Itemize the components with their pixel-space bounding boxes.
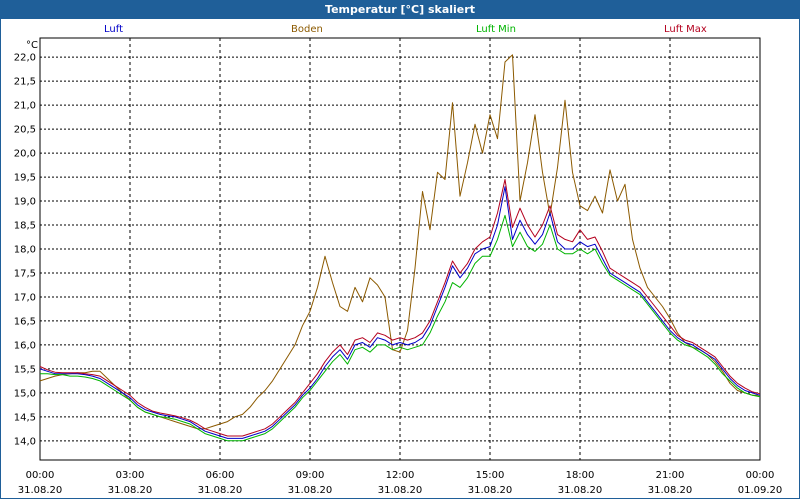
x-tick-time: 03:00 [116, 470, 145, 481]
x-tick-date: 31.08.20 [18, 485, 63, 496]
y-tick-label: 18,5 [14, 221, 36, 232]
y-tick-label: 16,0 [14, 340, 36, 351]
temperature-chart: 14,0 14,5 15,0 15,5 16,0 16,5 17,0 17,5 18,0 18,5… [14, 37, 783, 496]
x-tick-date: 01.09.20 [738, 485, 783, 496]
y-tick-label: 20,0 [14, 149, 36, 160]
y-tick-label: 21,0 [14, 101, 36, 112]
x-tick-date: 31.08.20 [468, 485, 513, 496]
x-tick-date: 31.08.20 [648, 485, 693, 496]
y-tick-label: 17,0 [14, 292, 36, 303]
y-tick-label: 14,0 [14, 436, 36, 447]
x-tick-date: 31.08.20 [288, 485, 333, 496]
x-tick-time: 15:00 [476, 470, 505, 481]
x-tick-time: 21:00 [656, 470, 685, 481]
y-axis-label: °C [26, 40, 38, 51]
x-tick-date: 31.08.20 [378, 485, 423, 496]
x-tick-date: 31.08.20 [108, 485, 153, 496]
x-tick-time: 18:00 [566, 470, 595, 481]
y-tick-label: 15,5 [14, 364, 36, 375]
x-tick-time: 12:00 [386, 470, 415, 481]
y-tick-label: 19,0 [14, 197, 36, 208]
x-tick-date: 31.08.20 [198, 485, 243, 496]
y-tick-label: 16,5 [14, 316, 36, 327]
y-tick-label: 14,5 [14, 412, 36, 423]
y-tick-label: 21,5 [14, 77, 36, 88]
y-tick-label: 15,0 [14, 388, 36, 399]
y-tick-label: 19,5 [14, 173, 36, 184]
y-tick-label: 20,5 [14, 125, 36, 136]
y-tick-label: 17,5 [14, 268, 36, 279]
x-tick-time: 00:00 [746, 470, 775, 481]
x-tick-time: 00:00 [26, 470, 55, 481]
y-tick-label: 22,0 [14, 53, 36, 64]
x-tick-time: 09:00 [296, 470, 325, 481]
x-tick-time: 06:00 [206, 470, 235, 481]
x-tick-date: 31.08.20 [558, 485, 603, 496]
y-tick-label: 18,0 [14, 245, 36, 256]
